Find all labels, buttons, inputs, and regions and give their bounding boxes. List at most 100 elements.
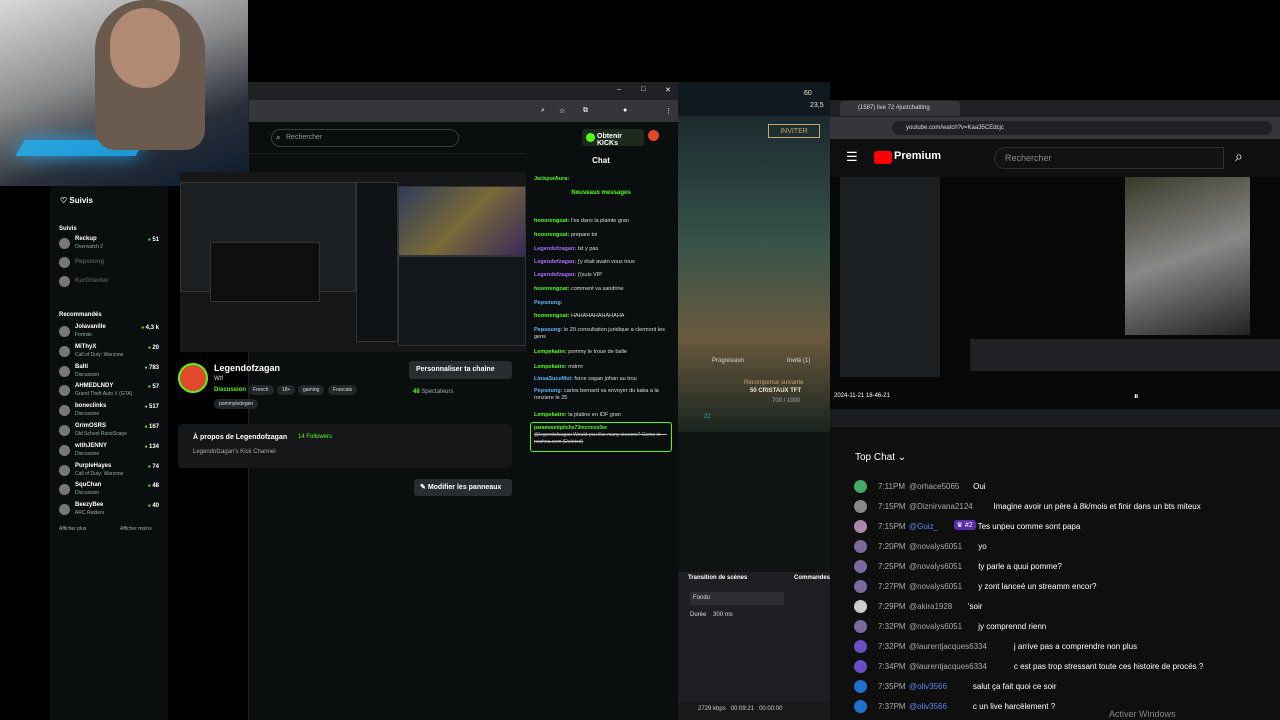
sidebar-item-recommended[interactable]: AHMEDLNDYGrand Theft Auto V (GTA) 57 (59, 383, 159, 401)
show-more-link[interactable]: Afficher plus (59, 526, 86, 532)
customize-channel-button[interactable]: Personnaliser ta chaîne (409, 361, 512, 379)
sidebar-item-recommended[interactable]: MiThyXCall of Duty: Warzone 20 (59, 344, 159, 362)
sidebar-item-recommended[interactable]: PurpleHayesCall of Duty: Warzone 74 (59, 463, 159, 481)
close-icon[interactable]: ✕ (665, 86, 671, 94)
profile-icon[interactable]: ● (623, 107, 627, 114)
message-author[interactable]: @orhace5065 (909, 482, 959, 491)
chat-username[interactable]: JackpotAura: (534, 176, 569, 182)
chat-message: Lempekatre: la platine en IDF gran (534, 412, 676, 419)
sidebar-item-followed[interactable]: KurOrientar (59, 274, 159, 292)
avatar[interactable] (648, 130, 659, 141)
hamburger-menu-icon[interactable]: ☰ (846, 149, 858, 165)
tag-gaming[interactable]: gaming (298, 385, 325, 395)
tag-francais[interactable]: Francais (328, 385, 358, 395)
message-author[interactable]: @novalys6051 (909, 542, 962, 551)
chat-username[interactable]: Pepsoung: (534, 388, 562, 394)
video-player[interactable]: 2024-11-21 18-46-21 ⏸ (830, 177, 1280, 427)
message-author[interactable]: @akira1928 (909, 602, 952, 611)
sidebar-item-followed[interactable]: Reckup Overwatch 2 51 (59, 236, 159, 254)
tag-pommyledegen[interactable]: pommyledegen (214, 399, 259, 409)
avatar[interactable] (854, 680, 867, 693)
tab-progress[interactable]: Progression (712, 358, 744, 364)
youtube-logo-icon[interactable] (874, 151, 892, 164)
chat-username[interactable]: hooorengoat: (534, 232, 569, 238)
show-less-link[interactable]: Afficher moins (120, 526, 152, 532)
chat-username[interactable]: LinsaSuceMoi: (534, 376, 573, 382)
chat-username[interactable]: Lempekatre: (534, 412, 567, 418)
chat-text: comment va sandrine (570, 286, 624, 292)
sidebar-item-recommended[interactable]: SquChanDiscussion 48 (59, 482, 159, 500)
search-input[interactable]: ⌕ Rechercher (271, 129, 459, 147)
invite-button[interactable]: INVITER (768, 124, 820, 138)
avatar[interactable] (854, 620, 867, 633)
chat-username[interactable]: Legendofzagan: (534, 259, 576, 265)
viewer-count: 517 (145, 404, 159, 410)
webcam-overlay (0, 0, 248, 186)
search-icon[interactable]: ⌕ (1235, 148, 1243, 165)
stream-preview[interactable] (180, 172, 526, 352)
maximize-icon[interactable]: □ (641, 86, 645, 93)
chat-username[interactable]: hooorengoat: (534, 313, 569, 319)
edit-panels-button[interactable]: ✎ Modifier les panneaux (414, 479, 512, 496)
sidebar-item-recommended[interactable]: withJENNYDiscussion 134 (59, 443, 159, 461)
avatar[interactable] (854, 700, 867, 713)
sidebar-item-recommended[interactable]: Jolavanille Fortnite 4,3 k (59, 324, 159, 342)
url-field[interactable]: youtube.com/watch?v=Kaa35CEdcjc (892, 121, 1272, 135)
star-icon[interactable]: ☆ (559, 107, 565, 115)
message-author[interactable]: @laurentjacques6334 (909, 642, 987, 651)
live-chat-message: 7:29PM @akira1928 'soir (854, 600, 1274, 614)
avatar[interactable] (854, 480, 867, 493)
message-author[interactable]: @novalys6051 (909, 562, 962, 571)
tag-18plus[interactable]: 18+ (277, 385, 296, 395)
chat-username[interactable]: hooorengoat: (534, 218, 569, 224)
tab-invited[interactable]: Invité (1) (787, 358, 810, 364)
chat-username[interactable]: Pepsoung: (534, 327, 562, 333)
avatar[interactable] (854, 600, 867, 613)
message-author[interactable]: @Guiz_ (909, 522, 938, 531)
message-author[interactable]: @novalys6051 (909, 622, 962, 631)
stream-category[interactable]: Discussion (214, 387, 246, 393)
zoom-icon[interactable]: ⌕ (541, 107, 545, 115)
get-kicks-button[interactable]: Obtenir KICKs (582, 129, 644, 147)
avatar[interactable] (854, 660, 867, 673)
channel-avatar[interactable] (178, 363, 208, 393)
duration-field[interactable]: Durée 300 ms (690, 612, 733, 618)
chat-username[interactable]: Lempekatre: (534, 349, 567, 355)
message-time: 7:11PM (878, 482, 905, 491)
chat-username[interactable]: Legendofzagan: (534, 272, 576, 278)
chat-username[interactable]: Pepsoung: (534, 300, 562, 306)
avatar[interactable] (854, 500, 867, 513)
message-author[interactable]: @oliv3566 (909, 702, 947, 711)
message-author[interactable]: @laurentjacques6334 (909, 662, 987, 671)
youtube-tab[interactable]: (1587) live 72 #justchatting (840, 101, 960, 116)
sidebar-item-followed[interactable]: Pepsoung (59, 255, 159, 273)
youtube-logo-text[interactable]: Premium (894, 150, 941, 162)
transition-select[interactable]: Fondu (690, 592, 784, 605)
chat-username[interactable]: hooorengoat: (534, 286, 569, 292)
pause-icon[interactable]: ⏸ (1134, 391, 1139, 402)
menu-icon[interactable]: ⋮ (665, 107, 672, 115)
message-author[interactable]: @novalys6051 (909, 582, 962, 591)
channel-name[interactable]: Legendofzagan (214, 363, 280, 373)
minimize-icon[interactable]: – (617, 86, 621, 93)
sidebar-item-recommended[interactable]: BaltiDiscussion 783 (59, 364, 159, 382)
top-chat-dropdown[interactable]: Top Chat ⌄ (855, 452, 906, 463)
viewer-count: 134 (145, 444, 159, 450)
chat-username[interactable]: Legendofzagan: (534, 246, 576, 252)
viewer-count: 48 Spectateurs (413, 389, 454, 395)
avatar[interactable] (854, 560, 867, 573)
sidebar-item-recommended[interactable]: BeezyBeeARC Raiders 40 (59, 502, 159, 520)
extension-icon[interactable]: ⧉ (583, 107, 588, 115)
avatar[interactable] (854, 520, 867, 533)
tag-french[interactable]: French (248, 385, 274, 395)
chat-username[interactable]: Lempekatre: (534, 364, 567, 370)
avatar[interactable] (854, 640, 867, 653)
sidebar-item-recommended[interactable]: boneclinksDiscussion 517 (59, 403, 159, 421)
avatar[interactable] (854, 540, 867, 553)
sidebar-followed-header[interactable]: ♡ Suivis (60, 196, 93, 205)
search-input[interactable]: Rechercher (994, 147, 1224, 169)
message-author[interactable]: @oliv3566 (909, 682, 947, 691)
avatar[interactable] (854, 580, 867, 593)
message-author[interactable]: @Diznirvana2124 (909, 502, 973, 511)
sidebar-item-recommended[interactable]: GrimOSRS Old School RuneScape 167 (59, 423, 159, 441)
